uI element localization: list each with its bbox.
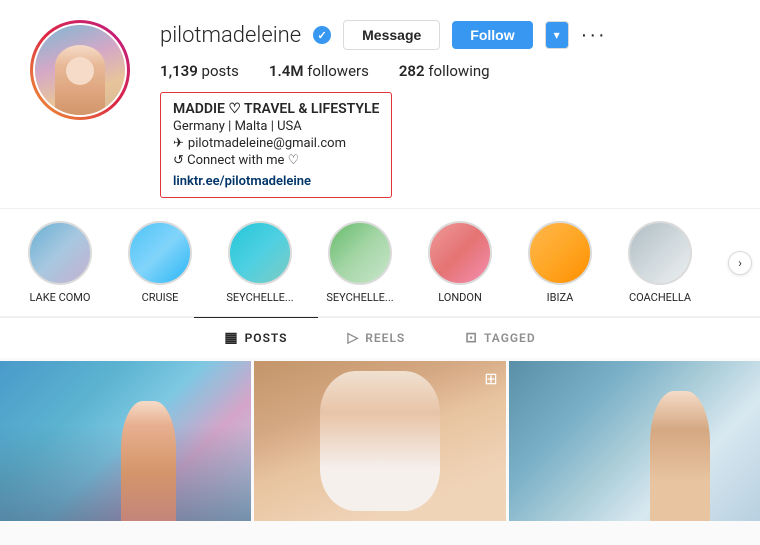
story-circle [328,221,392,285]
story-label: COACHELLA [629,291,691,304]
bio-email: ✈ pilotmadeleine@gmail.com [173,136,379,151]
grid-person [121,401,176,521]
multi-photo-icon: ⊞ [484,369,497,388]
grid-item[interactable]: ⊞ [254,361,505,521]
posts-label: posts [202,62,239,80]
story-label: LAKE COMO [30,291,91,304]
story-item-s5[interactable]: LONDON [420,221,500,304]
profile-info: pilotmadeleine Message Follow ▾ ··· 1,13… [160,20,730,198]
followers-label: followers [307,62,369,80]
story-item-s3[interactable]: SEYCHELLE... [220,221,300,304]
profile-row1: pilotmadeleine Message Follow ▾ ··· [160,20,730,50]
story-item-s4[interactable]: SEYCHELLE... [320,221,400,304]
story-item-s2[interactable]: CRUISE [120,221,200,304]
tab-tagged[interactable]: ⊡ TAGGED [435,317,565,358]
bio-email-text: pilotmadeleine@gmail.com [188,136,346,151]
stories-next-button[interactable]: › [728,251,752,275]
grid-item[interactable] [509,361,760,521]
tagged-tab-label: TAGGED [484,331,536,345]
story-circle [528,221,592,285]
story-label: SEYCHELLE... [226,291,293,304]
posts-tab-icon: ▦ [224,330,238,346]
tab-posts[interactable]: ▦ POSTS [194,317,317,358]
bio-name: MADDIE ♡ TRAVEL & LIFESTYLE [173,101,379,117]
following-label: following [428,62,489,80]
bio-location: Germany | Malta | USA [173,119,379,134]
story-item-s1[interactable]: LAKE COMO [20,221,100,304]
stats-row: 1,139 posts 1.4M followers 282 following [160,62,730,80]
verified-badge [313,26,331,44]
bio-box: MADDIE ♡ TRAVEL & LIFESTYLE Germany | Ma… [160,92,392,198]
avatar [33,23,127,117]
story-label: LONDON [438,291,482,304]
grid-person [320,371,440,511]
story-item-s6[interactable]: IBIZA [520,221,600,304]
tab-reels[interactable]: ▷ REELS [318,317,436,358]
tagged-tab-icon: ⊡ [465,330,478,346]
stat-followers: 1.4M followers [269,62,369,80]
stories-section: LAKE COMO CRUISE SEYCHELLE... SEYCHELLE... L… [0,208,760,316]
follow-dropdown-button[interactable]: ▾ [545,21,569,49]
story-circle [228,221,292,285]
more-options-button[interactable]: ··· [581,24,607,47]
stories-container: LAKE COMO CRUISE SEYCHELLE... SEYCHELLE... L… [20,221,700,304]
following-count: 282 [399,62,425,80]
message-button[interactable]: Message [343,20,440,50]
story-label: SEYCHELLE... [326,291,393,304]
bio-connect: ↺ Connect with me ♡ [173,153,379,168]
story-label: IBIZA [547,291,574,304]
avatar-wrapper[interactable] [30,20,130,120]
username: pilotmadeleine [160,23,301,48]
grid-item[interactable] [0,361,251,521]
posts-count: 1,139 [160,62,198,80]
follow-button[interactable]: Follow [452,21,532,49]
photo-grid: ⊞ [0,358,760,521]
profile-section: pilotmadeleine Message Follow ▾ ··· 1,13… [0,0,760,208]
stat-following: 282 following [399,62,490,80]
stat-posts: 1,139 posts [160,62,239,80]
tabs-section: ▦ POSTS ▷ REELS ⊡ TAGGED [0,317,760,358]
bio-link[interactable]: linktr.ee/pilotmadeleine [173,174,311,189]
story-circle [128,221,192,285]
story-item-s7[interactable]: COACHELLA [620,221,700,304]
reels-tab-icon: ▷ [348,330,360,346]
posts-tab-label: POSTS [245,331,288,345]
story-label: CRUISE [142,291,179,304]
story-circle [428,221,492,285]
followers-count: 1.4M [269,62,304,80]
avatar-image [35,25,125,115]
story-circle [28,221,92,285]
grid-person [650,391,710,521]
story-circle [628,221,692,285]
reels-tab-label: REELS [365,331,405,345]
plane-icon: ✈ [173,136,184,151]
